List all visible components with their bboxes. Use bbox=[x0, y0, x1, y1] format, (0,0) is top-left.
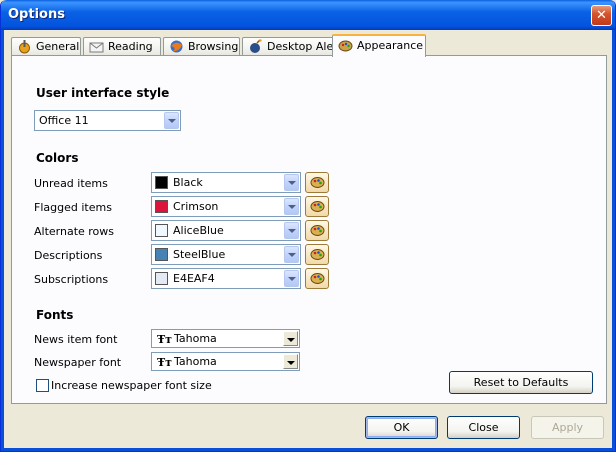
flagged-items-color-value: Crimson bbox=[173, 200, 219, 213]
news-item-font-select[interactable]: Ŧт Tahoma bbox=[151, 329, 300, 348]
unread-items-palette-button[interactable] bbox=[305, 172, 329, 193]
increase-font-size-label[interactable]: Increase newspaper font size bbox=[51, 379, 212, 392]
ui-style-select[interactable]: Office 11 bbox=[34, 110, 181, 131]
window-title: Options bbox=[8, 7, 65, 22]
tab-label: Reading bbox=[108, 40, 153, 53]
flagged-items-color-select[interactable]: Crimson bbox=[151, 196, 301, 217]
descriptions-palette-button[interactable] bbox=[305, 244, 329, 265]
unread-items-color-value: Black bbox=[173, 176, 203, 189]
alternate-rows-palette-button[interactable] bbox=[305, 220, 329, 241]
tab-label: General bbox=[36, 40, 80, 53]
flagged-items-label: Flagged items bbox=[34, 201, 112, 214]
truetype-font-icon: Ŧт bbox=[157, 356, 173, 369]
ui-style-heading: User interface style bbox=[36, 86, 170, 100]
alternate-rows-color-select[interactable]: AliceBlue bbox=[151, 220, 301, 241]
color-swatch bbox=[155, 224, 168, 237]
browser-icon bbox=[170, 40, 183, 53]
close-window-button[interactable]: ✕ bbox=[591, 5, 612, 26]
palette-icon bbox=[310, 273, 325, 284]
palette-icon bbox=[310, 177, 325, 188]
palette-icon bbox=[310, 201, 325, 212]
unread-items-color-select[interactable]: Black bbox=[151, 172, 301, 193]
subscriptions-color-value: E4EAF4 bbox=[173, 272, 215, 285]
chevron-down-icon[interactable] bbox=[284, 246, 299, 263]
palette-icon bbox=[310, 249, 325, 260]
chevron-down-icon[interactable] bbox=[283, 354, 298, 369]
chevron-down-icon[interactable] bbox=[284, 270, 299, 287]
tab-desktop-alert[interactable]: Desktop Alert bbox=[242, 37, 343, 56]
color-swatch bbox=[155, 200, 168, 213]
general-icon bbox=[19, 40, 30, 54]
color-swatch bbox=[155, 176, 168, 189]
palette-icon bbox=[310, 225, 325, 236]
increase-font-size-checkbox[interactable] bbox=[36, 379, 49, 392]
subscriptions-palette-button[interactable] bbox=[305, 268, 329, 289]
truetype-font-icon: Ŧт bbox=[157, 333, 173, 346]
chevron-down-icon[interactable] bbox=[284, 198, 299, 215]
reset-to-defaults-button[interactable]: Reset to Defaults bbox=[449, 371, 593, 394]
colors-heading: Colors bbox=[36, 151, 79, 165]
appearance-panel: User interface style Office 11 Colors Un… bbox=[11, 55, 607, 404]
envelope-icon bbox=[89, 42, 104, 53]
chevron-down-icon[interactable] bbox=[164, 112, 179, 129]
ok-button[interactable]: OK bbox=[365, 416, 438, 439]
color-swatch bbox=[155, 248, 168, 261]
alternate-rows-label: Alternate rows bbox=[34, 225, 115, 238]
palette-icon bbox=[338, 40, 353, 52]
newspaper-font-label: Newspaper font bbox=[34, 356, 122, 369]
tab-general[interactable]: General bbox=[11, 37, 81, 56]
tab-appearance[interactable]: Appearance bbox=[332, 34, 426, 57]
alert-bomb-icon bbox=[250, 39, 262, 53]
tab-label: Appearance bbox=[357, 39, 424, 52]
chevron-down-icon[interactable] bbox=[284, 174, 299, 191]
descriptions-color-value: SteelBlue bbox=[173, 248, 226, 261]
descriptions-color-select[interactable]: SteelBlue bbox=[151, 244, 301, 265]
fonts-heading: Fonts bbox=[36, 308, 74, 322]
chevron-down-icon[interactable] bbox=[283, 331, 298, 346]
tab-label: Desktop Alert bbox=[267, 40, 343, 53]
newspaper-font-select[interactable]: Ŧт Tahoma bbox=[151, 352, 300, 371]
descriptions-label: Descriptions bbox=[34, 249, 103, 262]
chevron-down-icon[interactable] bbox=[284, 222, 299, 239]
tab-reading[interactable]: Reading bbox=[83, 37, 161, 56]
options-dialog: Options ✕ General Reading Browsing Deskt… bbox=[0, 0, 616, 452]
flagged-items-palette-button[interactable] bbox=[305, 196, 329, 217]
unread-items-label: Unread items bbox=[34, 177, 108, 190]
close-button[interactable]: Close bbox=[447, 416, 520, 439]
news-item-font-label: News item font bbox=[34, 333, 118, 346]
news-item-font-value: Tahoma bbox=[174, 332, 217, 345]
color-swatch bbox=[155, 272, 168, 285]
subscriptions-color-select[interactable]: E4EAF4 bbox=[151, 268, 301, 289]
subscriptions-label: Subscriptions bbox=[34, 273, 109, 286]
apply-button[interactable]: Apply bbox=[531, 416, 604, 439]
tab-label: Browsing bbox=[188, 40, 239, 53]
title-bar[interactable]: Options ✕ bbox=[1, 0, 615, 30]
newspaper-font-value: Tahoma bbox=[174, 355, 217, 368]
alternate-rows-color-value: AliceBlue bbox=[173, 224, 224, 237]
ui-style-value: Office 11 bbox=[39, 114, 89, 127]
tab-browsing[interactable]: Browsing bbox=[163, 37, 240, 56]
